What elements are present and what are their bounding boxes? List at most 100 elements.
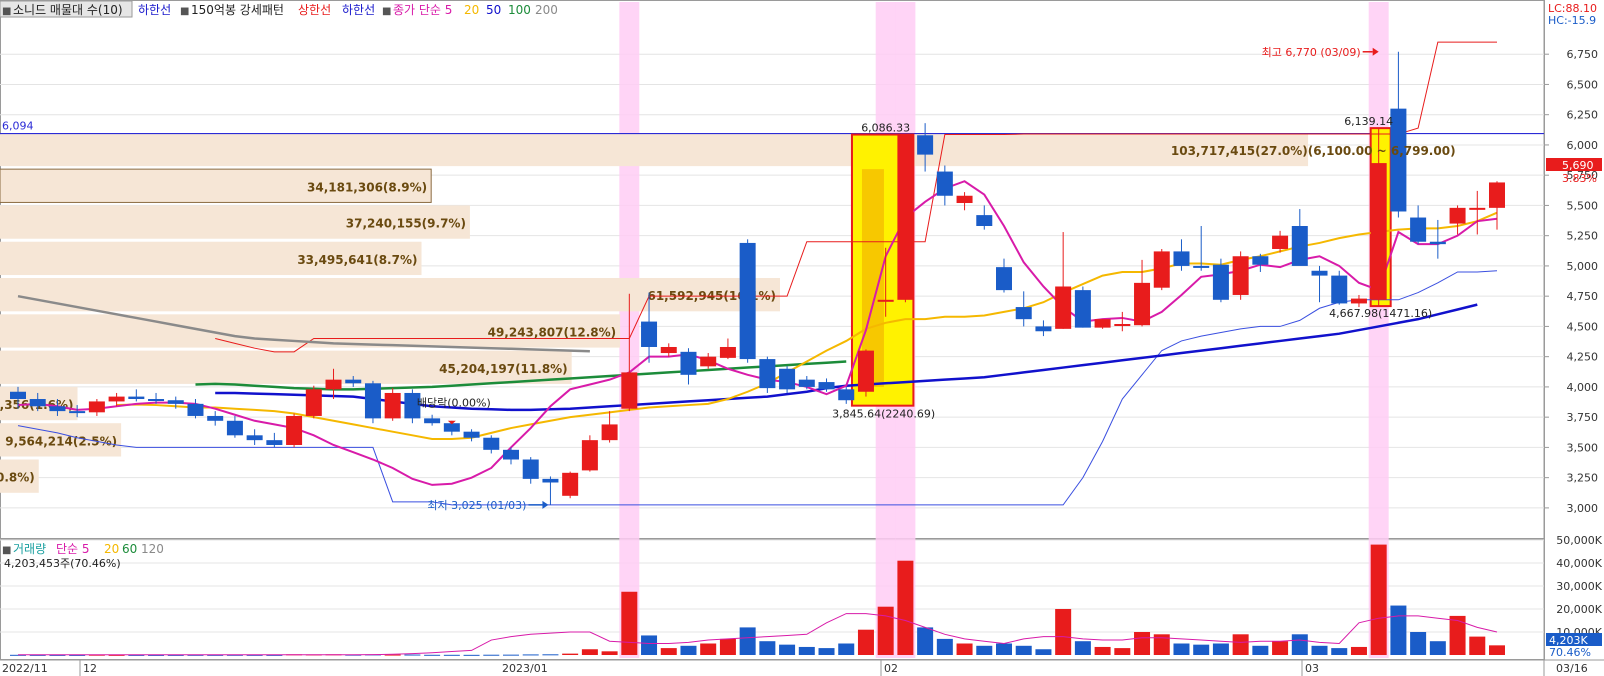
volume-bar bbox=[1350, 646, 1367, 655]
price-tick-label: 3,500 bbox=[1567, 441, 1599, 454]
volume-bar bbox=[404, 654, 421, 656]
candle-body bbox=[69, 411, 86, 414]
date-label: 03/16 bbox=[1556, 662, 1588, 675]
volume-bar bbox=[660, 648, 677, 655]
volume-bar bbox=[542, 654, 559, 656]
price-tick-label: 4,250 bbox=[1567, 351, 1599, 364]
low-annotation: 최저 3,025 (01/03) bbox=[427, 499, 526, 512]
price-tick-label: 3,750 bbox=[1567, 411, 1599, 424]
candle-body bbox=[345, 379, 362, 384]
candle-body bbox=[483, 437, 500, 450]
profile-label: 3,141,131(0.8%) bbox=[0, 471, 35, 485]
candle-body bbox=[798, 379, 815, 387]
stock-chart: 34,181,306(8.9%) 37,240,155(9.7%) 33,495,6… bbox=[0, 0, 1604, 676]
candle-body bbox=[49, 406, 66, 412]
volume-bar bbox=[759, 641, 776, 655]
hc-label: HC:-15.9 bbox=[1548, 14, 1596, 27]
candle-body bbox=[759, 359, 776, 389]
legend-box-icon: ■ bbox=[2, 6, 11, 17]
volume-tick-label: 30,000K bbox=[1556, 580, 1602, 593]
price-tick-label: 5,250 bbox=[1567, 230, 1599, 243]
candle-body bbox=[128, 396, 145, 400]
candle-body bbox=[739, 242, 756, 360]
candle-body bbox=[108, 396, 125, 402]
profile-bar bbox=[0, 134, 1309, 167]
candle-body bbox=[1232, 256, 1249, 295]
candle-body bbox=[88, 401, 105, 413]
candle-body bbox=[976, 215, 993, 226]
volume-bar bbox=[857, 629, 874, 655]
candle-body bbox=[719, 346, 736, 358]
volume-bar bbox=[779, 644, 796, 655]
candle-body bbox=[167, 400, 184, 404]
legend-lower-band-2: 하한선 bbox=[342, 3, 375, 17]
volume-bar bbox=[1232, 634, 1249, 655]
candle-body bbox=[680, 351, 697, 375]
box2-note: 103,717,415(27.0%)(6,100.00 ~ 6,799.00) bbox=[1171, 144, 1456, 158]
volume-current: 4,203,453주(70.46%) bbox=[4, 557, 121, 570]
change-pct: 3.83% bbox=[1562, 172, 1597, 185]
volume-bar bbox=[1311, 645, 1328, 655]
volume-bar bbox=[1429, 641, 1446, 655]
candle-body bbox=[384, 392, 401, 419]
candle-body bbox=[1153, 251, 1170, 288]
legend-ma50: 50 bbox=[486, 3, 501, 17]
volume-bar bbox=[719, 638, 736, 655]
price-tick-label: 4,750 bbox=[1567, 290, 1599, 303]
volume-bar bbox=[443, 654, 460, 656]
candle-body bbox=[1469, 207, 1486, 210]
date-label: 03 bbox=[1305, 662, 1319, 675]
volume-bar bbox=[877, 606, 894, 655]
price-tick-label: 4,500 bbox=[1567, 320, 1599, 333]
volume-bar bbox=[897, 560, 914, 655]
candle-body bbox=[424, 418, 441, 424]
candle-body bbox=[877, 299, 894, 302]
volume-bar bbox=[1489, 645, 1505, 655]
volume-bar bbox=[838, 643, 855, 655]
candle-body bbox=[917, 135, 934, 155]
candle-body bbox=[364, 383, 381, 419]
candle-body bbox=[1074, 290, 1091, 328]
volume-bar bbox=[956, 643, 973, 655]
legend-box-icon: ■ bbox=[2, 545, 11, 556]
legend-upper-band: 상한선 bbox=[298, 3, 331, 17]
dividend-annotation: 배당락(0.00%) bbox=[417, 396, 491, 409]
volume-bar bbox=[483, 654, 500, 656]
candle-body bbox=[1350, 298, 1367, 304]
volume-bar bbox=[522, 654, 539, 656]
volume-bar bbox=[1410, 632, 1427, 655]
candle-body bbox=[1193, 265, 1210, 268]
volume-bar bbox=[581, 649, 598, 655]
profile-label: 34,181,306(8.9%) bbox=[307, 180, 427, 194]
date-label: 2022/11 bbox=[2, 662, 48, 675]
candle-body bbox=[1134, 282, 1151, 326]
candle-body bbox=[266, 440, 283, 445]
profile-label: 33,495,641(8.7%) bbox=[297, 253, 417, 267]
volume-bar bbox=[936, 638, 953, 655]
candle-body bbox=[601, 424, 618, 441]
candle-body bbox=[857, 350, 874, 392]
price-badge: 5,690 bbox=[1562, 159, 1594, 172]
reference-line-label: 6,094 bbox=[2, 120, 34, 133]
high-annotation: 최고 6,770 (03/09) bbox=[1262, 46, 1361, 59]
candle-body bbox=[1114, 324, 1131, 326]
candle-body bbox=[1291, 226, 1308, 266]
candle-body bbox=[325, 379, 342, 390]
candle-body bbox=[936, 171, 953, 196]
volume-bar bbox=[917, 627, 934, 655]
volume-bar bbox=[680, 645, 697, 655]
profile-label: 9,564,214(2.5%) bbox=[5, 434, 117, 448]
box1-top-label: 6,086.33 bbox=[861, 122, 910, 135]
date-label: 02 bbox=[884, 662, 898, 675]
volume-bar bbox=[1094, 646, 1111, 655]
volume-bar bbox=[1252, 645, 1269, 655]
candle-body bbox=[503, 449, 519, 460]
candle-body bbox=[29, 399, 46, 407]
candle-body bbox=[1489, 182, 1505, 208]
volume-bar bbox=[739, 627, 756, 655]
vol-pct: 70.46% bbox=[1549, 646, 1591, 659]
candle-body bbox=[1311, 270, 1328, 276]
volume-bar bbox=[1449, 615, 1466, 655]
candle-body bbox=[621, 372, 638, 409]
candle-body bbox=[641, 321, 658, 347]
